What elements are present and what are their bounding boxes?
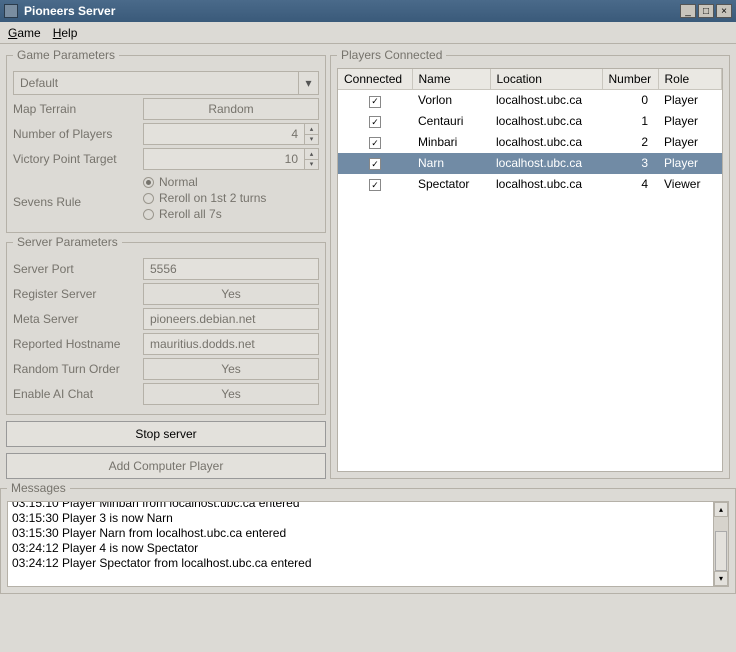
titlebar[interactable]: Pioneers Server _ □ × [0,0,736,22]
server-parameters-group: Server Parameters Server Port5556 Regist… [6,235,326,415]
message-line: 03:15:30 Player 3 is now Narn [12,511,724,526]
ai-chat-label: Enable AI Chat [13,387,143,401]
map-terrain-button[interactable]: Random [143,98,319,120]
player-name: Centauri [412,111,490,132]
menu-help[interactable]: Help [53,26,78,40]
turn-order-label: Random Turn Order [13,362,143,376]
num-players-label: Number of Players [13,127,143,141]
player-role: Player [658,153,722,174]
player-name: Narn [412,153,490,174]
stop-server-button[interactable]: Stop server [6,421,326,447]
connected-checkbox[interactable]: ✓ [369,96,381,108]
player-location: localhost.ubc.ca [490,153,602,174]
radio-selected-icon [143,177,154,188]
server-parameters-legend: Server Parameters [13,235,122,249]
num-players-spinner[interactable]: 4 ▴▾ [143,123,319,145]
players-connected-group: Players Connected Connected Name Locatio… [330,48,730,479]
player-name: Minbari [412,132,490,153]
menubar: Game Help [0,22,736,44]
connected-checkbox[interactable]: ✓ [369,137,381,149]
app-icon [4,4,18,18]
game-parameters-legend: Game Parameters [13,48,119,62]
game-parameters-group: Game Parameters Default ▾ Map Terrain Ra… [6,48,326,233]
maximize-button[interactable]: □ [698,4,714,18]
server-port-field[interactable]: 5556 [143,258,319,280]
col-number[interactable]: Number [602,69,658,90]
meta-server-label: Meta Server [13,312,143,326]
player-location: localhost.ubc.ca [490,111,602,132]
player-number: 1 [602,111,658,132]
map-terrain-label: Map Terrain [13,102,143,116]
hostname-label: Reported Hostname [13,337,143,351]
sevens-normal-radio[interactable]: Normal [143,175,319,189]
scroll-thumb[interactable] [715,531,727,571]
vp-target-label: Victory Point Target [13,152,143,166]
spinner-up-icon[interactable]: ▴ [305,148,319,159]
add-computer-player-button[interactable]: Add Computer Player [6,453,326,479]
message-line: 03:15:30 Player Narn from localhost.ubc.… [12,526,724,541]
connected-checkbox[interactable]: ✓ [369,116,381,128]
turn-order-button[interactable]: Yes [143,358,319,380]
sevens-rule-label: Sevens Rule [13,195,143,209]
window-title: Pioneers Server [24,4,115,18]
player-role: Player [658,111,722,132]
sevens-reroll-first2-radio[interactable]: Reroll on 1st 2 turns [143,191,319,205]
hostname-field[interactable]: mauritius.dodds.net [143,333,319,355]
col-name[interactable]: Name [412,69,490,90]
server-port-label: Server Port [13,262,143,276]
messages-legend: Messages [7,481,70,495]
table-row[interactable]: ✓ Minbarilocalhost.ubc.ca2Player [338,132,722,153]
spinner-down-icon[interactable]: ▾ [305,134,319,146]
meta-server-field[interactable]: pioneers.debian.net [143,308,319,330]
player-number: 4 [602,174,658,195]
messages-area[interactable]: 03:15:10 Player Minbari from localhost.u… [7,501,729,587]
table-row[interactable]: ✓ Centaurilocalhost.ubc.ca1Player [338,111,722,132]
players-table: Connected Name Location Number Role ✓ Vor… [338,69,722,195]
close-button[interactable]: × [716,4,732,18]
player-role: Player [658,90,722,111]
preset-value: Default [13,71,299,95]
register-server-button[interactable]: Yes [143,283,319,305]
sevens-reroll-all-radio[interactable]: Reroll all 7s [143,207,319,221]
players-connected-legend: Players Connected [337,48,446,62]
register-server-label: Register Server [13,287,143,301]
player-name: Vorlon [412,90,490,111]
player-number: 0 [602,90,658,111]
col-connected[interactable]: Connected [338,69,412,90]
player-location: localhost.ubc.ca [490,132,602,153]
ai-chat-button[interactable]: Yes [143,383,319,405]
minimize-button[interactable]: _ [680,4,696,18]
spinner-down-icon[interactable]: ▾ [305,159,319,171]
chevron-down-icon: ▾ [299,71,319,95]
player-number: 3 [602,153,658,174]
menu-game[interactable]: Game [8,26,41,40]
vp-target-spinner[interactable]: 10 ▴▾ [143,148,319,170]
radio-icon [143,209,154,220]
player-name: Spectator [412,174,490,195]
num-players-value: 4 [143,123,305,145]
preset-combo[interactable]: Default ▾ [13,71,319,95]
player-role: Viewer [658,174,722,195]
player-role: Player [658,132,722,153]
connected-checkbox[interactable]: ✓ [369,179,381,191]
col-location[interactable]: Location [490,69,602,90]
messages-group: Messages 03:15:10 Player Minbari from lo… [0,481,736,594]
messages-scrollbar[interactable]: ▴ ▾ [713,502,728,586]
scroll-up-icon[interactable]: ▴ [714,502,728,517]
table-row[interactable]: ✓ Vorlonlocalhost.ubc.ca0Player [338,90,722,111]
message-line: 03:24:12 Player Spectator from localhost… [12,556,724,571]
player-location: localhost.ubc.ca [490,90,602,111]
connected-checkbox[interactable]: ✓ [369,158,381,170]
player-number: 2 [602,132,658,153]
message-line: 03:24:12 Player 4 is now Spectator [12,541,724,556]
spinner-up-icon[interactable]: ▴ [305,123,319,134]
message-line: 03:15:10 Player Minbari from localhost.u… [12,501,724,511]
radio-icon [143,193,154,204]
col-role[interactable]: Role [658,69,722,90]
vp-target-value: 10 [143,148,305,170]
scroll-down-icon[interactable]: ▾ [714,571,728,586]
table-row[interactable]: ✓ Narnlocalhost.ubc.ca3Player [338,153,722,174]
table-row[interactable]: ✓ Spectatorlocalhost.ubc.ca4Viewer [338,174,722,195]
player-location: localhost.ubc.ca [490,174,602,195]
